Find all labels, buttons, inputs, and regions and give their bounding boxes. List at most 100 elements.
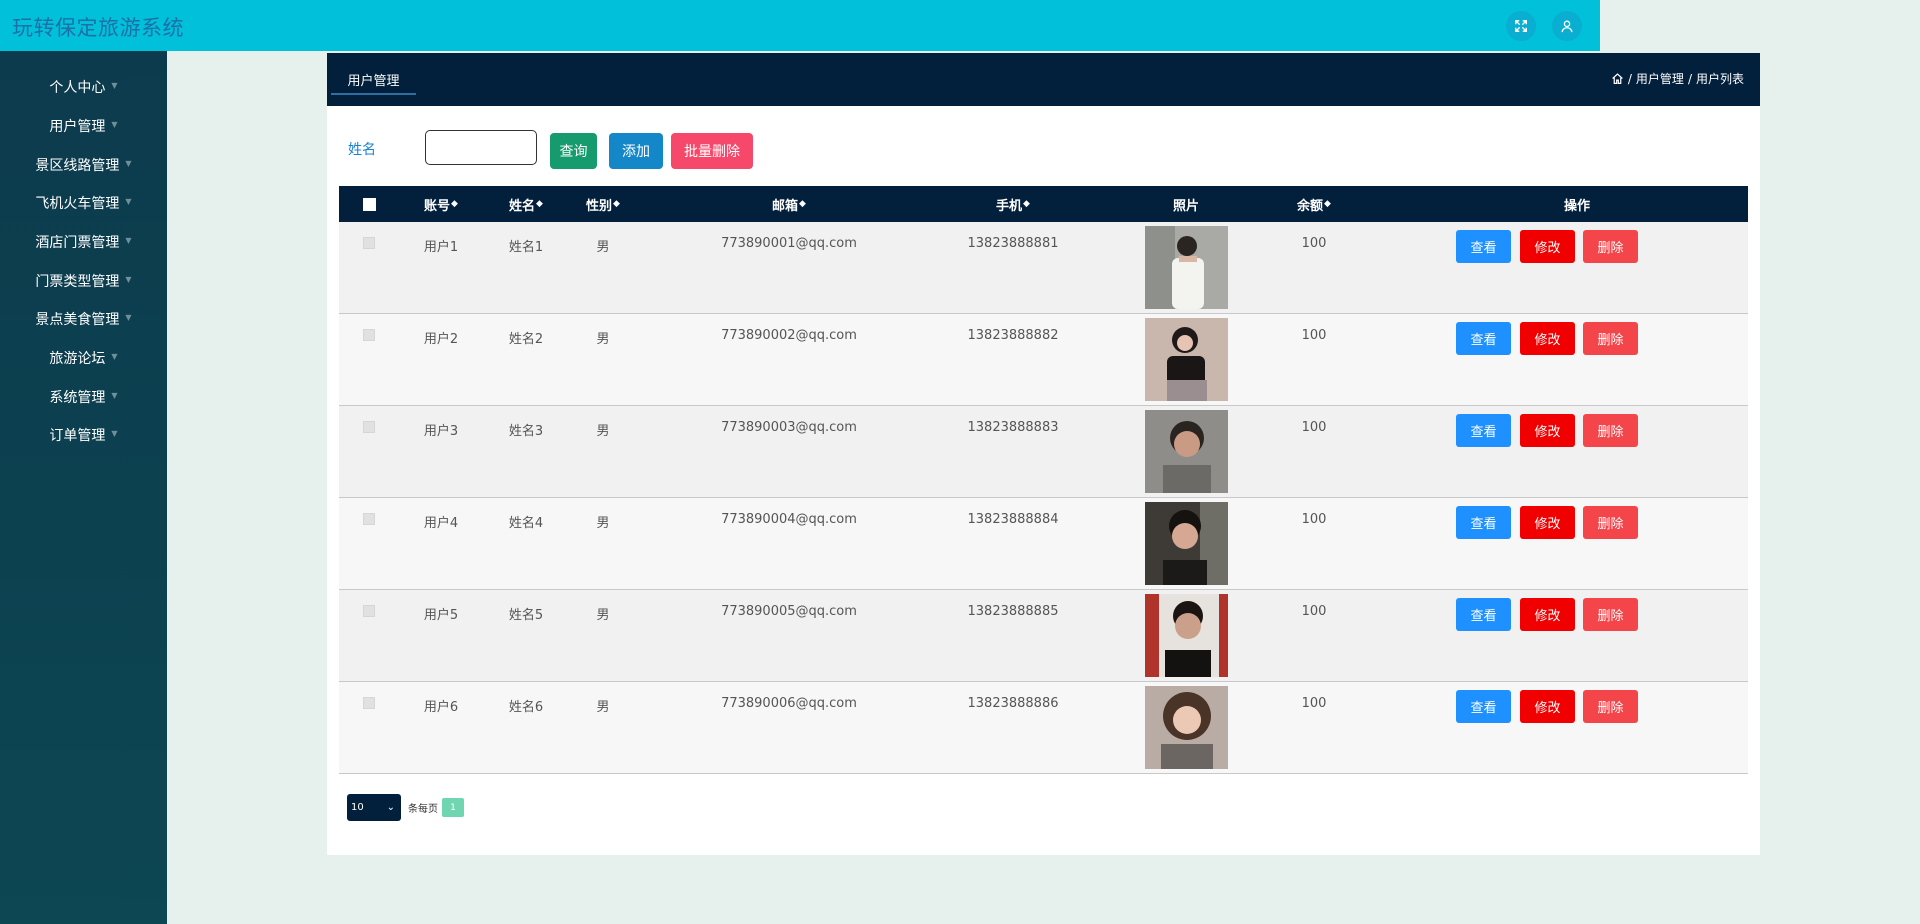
sidebar-item-user-management[interactable]: 用户管理 ▼ — [0, 111, 167, 141]
chevron-down-icon: ▼ — [125, 158, 132, 168]
edit-button[interactable]: 修改 — [1520, 690, 1575, 723]
table-row: 用户6 姓名6 男 773890006@qq.com 13823888886 1… — [339, 682, 1748, 774]
edit-button[interactable]: 修改 — [1520, 598, 1575, 631]
delete-button[interactable]: 删除 — [1583, 598, 1638, 631]
view-button[interactable]: 查看 — [1456, 230, 1511, 263]
delete-button[interactable]: 删除 — [1583, 230, 1638, 263]
sidebar-item-hotel-tickets[interactable]: 酒店门票管理 ▼ — [0, 227, 167, 257]
user-photo — [1145, 502, 1228, 585]
sort-icon[interactable]: ◆ — [1324, 199, 1331, 209]
sidebar-item-label: 景区线路管理 — [35, 158, 120, 174]
sidebar-item-ticket-types[interactable]: 门票类型管理 ▼ — [0, 266, 167, 296]
column-header-email[interactable]: 邮箱 ◆ — [739, 186, 839, 222]
sidebar-item-system[interactable]: 系统管理 ▼ — [0, 382, 167, 412]
delete-button[interactable]: 删除 — [1583, 414, 1638, 447]
view-button[interactable]: 查看 — [1456, 322, 1511, 355]
cell-balance: 100 — [1301, 604, 1327, 619]
sidebar-item-label: 酒店门票管理 — [35, 235, 120, 251]
breadcrumb-item[interactable]: 用户管理 — [1636, 70, 1684, 87]
cell-name: 姓名5 — [508, 608, 544, 623]
sort-icon[interactable]: ◆ — [536, 199, 543, 209]
row-checkbox[interactable] — [363, 697, 375, 709]
cell-balance: 100 — [1301, 328, 1327, 343]
select-all-checkbox[interactable] — [357, 186, 381, 222]
cell-email: 773890001@qq.com — [721, 236, 857, 251]
cell-email: 773890006@qq.com — [721, 696, 857, 711]
sidebar: 个人中心 ▼ 用户管理 ▼ 景区线路管理 ▼ 飞机火车管理 ▼ 酒店门票管理 ▼ 门票类型… — [0, 51, 167, 924]
view-button[interactable]: 查看 — [1456, 690, 1511, 723]
edit-button[interactable]: 修改 — [1520, 322, 1575, 355]
column-header-gender[interactable]: 性别 ◆ — [573, 186, 633, 222]
delete-button[interactable]: 删除 — [1583, 322, 1638, 355]
search-name-input[interactable] — [425, 130, 537, 165]
sort-icon[interactable]: ◆ — [1023, 199, 1030, 209]
breadcrumb-separator: / — [1687, 71, 1692, 86]
breadcrumb-separator: / — [1627, 71, 1632, 86]
column-header-balance[interactable]: 余额 ◆ — [1284, 186, 1344, 222]
cell-name: 姓名6 — [508, 700, 544, 715]
table-row: 用户4 姓名4 男 773890004@qq.com 13823888884 1… — [339, 498, 1748, 590]
row-checkbox[interactable] — [363, 329, 375, 341]
table-header: 账号 ◆ 姓名 ◆ 性别 ◆ 邮箱 ◆ 手机 ◆ 照片 余额 ◆ 操作 — [339, 186, 1748, 222]
cell-email: 773890004@qq.com — [721, 512, 857, 527]
app-title: 玩转保定旅游系统 — [12, 16, 184, 40]
table-row: 用户3 姓名3 男 773890003@qq.com 13823888883 1… — [339, 406, 1748, 498]
sidebar-item-label: 系统管理 — [49, 390, 106, 406]
cell-email: 773890003@qq.com — [721, 420, 857, 435]
cell-balance: 100 — [1301, 420, 1327, 435]
home-icon[interactable] — [1611, 72, 1624, 85]
sidebar-item-label: 门票类型管理 — [35, 274, 120, 290]
fullscreen-icon[interactable] — [1506, 11, 1536, 41]
page-size-select[interactable]: 10 ⌄ — [347, 794, 401, 821]
user-table: 账号 ◆ 姓名 ◆ 性别 ◆ 邮箱 ◆ 手机 ◆ 照片 余额 ◆ 操作 用户1 姓名1 男 … — [339, 186, 1748, 774]
chevron-down-icon: ▼ — [111, 428, 118, 438]
cell-account: 用户2 — [423, 332, 459, 347]
cell-gender: 男 — [596, 332, 610, 347]
query-button[interactable]: 查询 — [550, 133, 597, 169]
sidebar-item-personal-center[interactable]: 个人中心 ▼ — [0, 72, 167, 102]
view-button[interactable]: 查看 — [1456, 598, 1511, 631]
cell-email: 773890005@qq.com — [721, 604, 857, 619]
tab-user-management[interactable]: 用户管理 — [331, 65, 416, 95]
add-button[interactable]: 添加 — [609, 133, 663, 169]
cell-balance: 100 — [1301, 512, 1327, 527]
chevron-down-icon: ▼ — [125, 235, 132, 245]
column-header-photo: 照片 — [1172, 198, 1199, 214]
sidebar-item-food[interactable]: 景点美食管理 ▼ — [0, 304, 167, 334]
row-checkbox[interactable] — [363, 513, 375, 525]
delete-button[interactable]: 删除 — [1583, 506, 1638, 539]
table-row: 用户1 姓名1 男 773890001@qq.com 13823888881 1… — [339, 222, 1748, 314]
view-button[interactable]: 查看 — [1456, 506, 1511, 539]
sidebar-item-orders[interactable]: 订单管理 ▼ — [0, 420, 167, 450]
user-icon[interactable] — [1552, 11, 1582, 41]
chevron-down-icon: ▼ — [111, 351, 118, 361]
cell-phone: 13823888881 — [967, 236, 1059, 251]
edit-button[interactable]: 修改 — [1520, 414, 1575, 447]
view-button[interactable]: 查看 — [1456, 414, 1511, 447]
column-header-account[interactable]: 账号 ◆ — [411, 186, 471, 222]
sidebar-item-flights-trains[interactable]: 飞机火车管理 ▼ — [0, 188, 167, 218]
sort-icon[interactable]: ◆ — [799, 199, 806, 209]
delete-button[interactable]: 删除 — [1583, 690, 1638, 723]
row-checkbox[interactable] — [363, 605, 375, 617]
table-row: 用户5 姓名5 男 773890005@qq.com 13823888885 1… — [339, 590, 1748, 682]
sort-icon[interactable]: ◆ — [451, 199, 458, 209]
row-checkbox[interactable] — [363, 421, 375, 433]
breadcrumb-item: 用户列表 — [1695, 72, 1744, 86]
column-header-phone[interactable]: 手机 ◆ — [963, 186, 1063, 222]
cell-account: 用户1 — [423, 240, 459, 255]
page-number-button[interactable]: 1 — [442, 798, 464, 817]
batch-delete-button[interactable]: 批量删除 — [671, 133, 753, 169]
edit-button[interactable]: 修改 — [1520, 230, 1575, 263]
sidebar-item-forum[interactable]: 旅游论坛 ▼ — [0, 343, 167, 373]
cell-balance: 100 — [1301, 236, 1327, 251]
row-checkbox[interactable] — [363, 237, 375, 249]
sidebar-item-scenic-routes[interactable]: 景区线路管理 ▼ — [0, 150, 167, 180]
edit-button[interactable]: 修改 — [1520, 506, 1575, 539]
cell-email: 773890002@qq.com — [721, 328, 857, 343]
cell-name: 姓名2 — [508, 332, 544, 347]
sidebar-item-label: 飞机火车管理 — [35, 196, 120, 212]
sidebar-item-label: 个人中心 — [49, 80, 106, 96]
column-header-name[interactable]: 姓名 ◆ — [496, 186, 556, 222]
sort-icon[interactable]: ◆ — [613, 199, 620, 209]
